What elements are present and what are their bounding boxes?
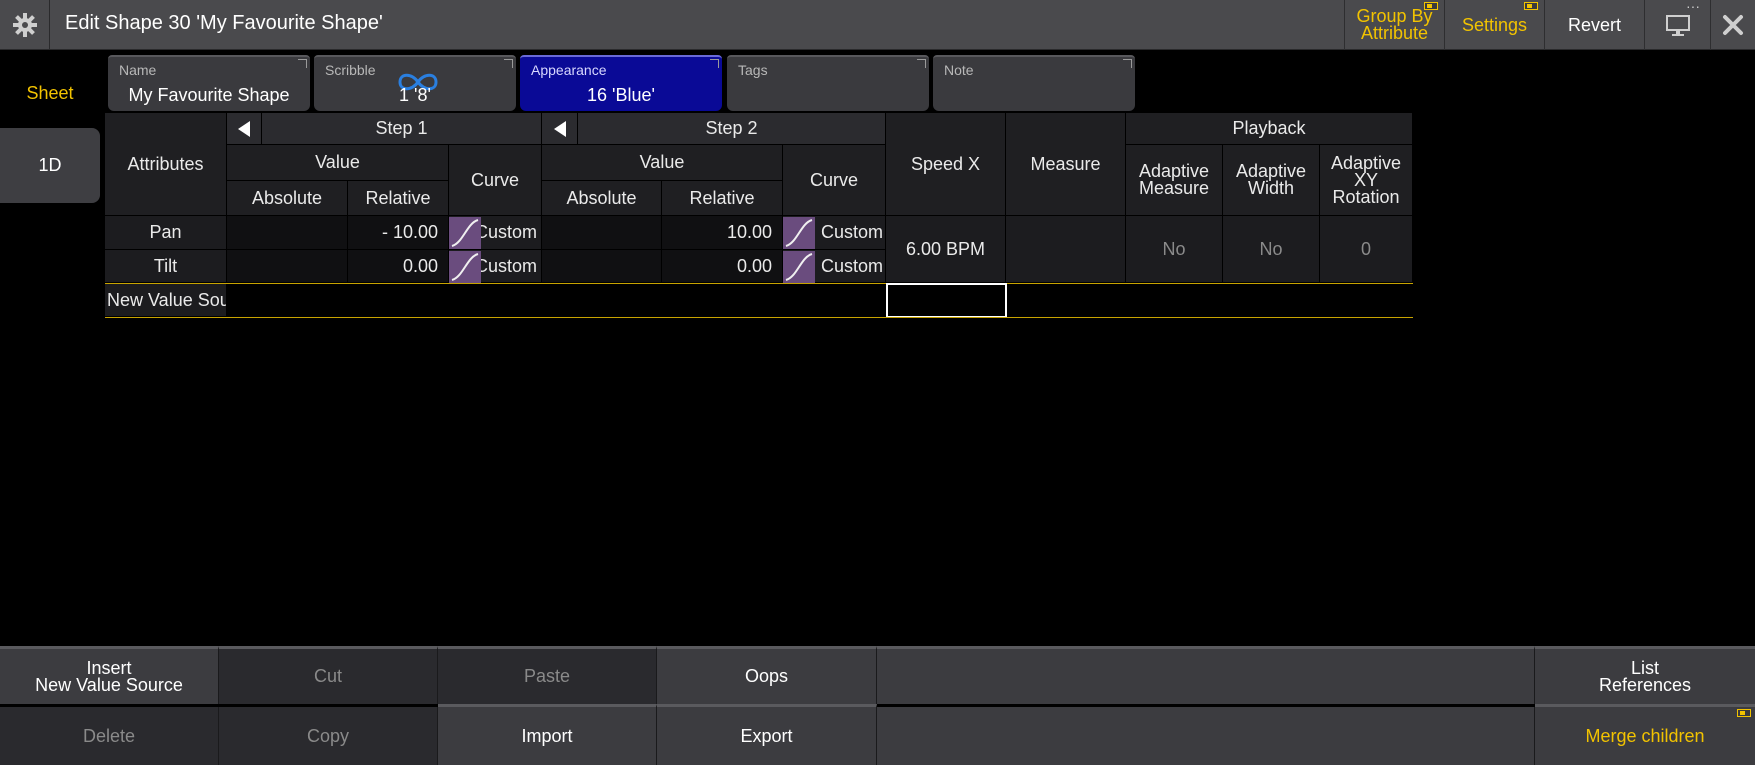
row-pan-step1-curve[interactable]: Custom	[449, 216, 542, 250]
indicator-icon	[1424, 2, 1438, 10]
playback-header: Playback	[1126, 113, 1413, 145]
title-bar: Edit Shape 30 'My Favourite Shape' Group…	[0, 0, 1755, 50]
step2-curve-header[interactable]: Curve	[783, 145, 886, 216]
bottom-empty-area	[877, 646, 1535, 704]
row-pan-step1-absolute[interactable]	[227, 216, 348, 250]
close-icon[interactable]	[1710, 0, 1755, 50]
step1-value-header: Value	[227, 145, 449, 181]
row-tilt-step2-relative[interactable]: 0.00	[662, 250, 783, 283]
edit-corner-icon	[710, 59, 719, 68]
scribble-label: Scribble	[325, 62, 376, 78]
appearance-field[interactable]: Appearance 16 'Blue'	[520, 55, 722, 111]
insert-new-value-source-button[interactable]: Insert New Value Source	[0, 646, 219, 704]
row-pan-step2-relative[interactable]: 10.00	[662, 216, 783, 250]
row-tilt-step2-absolute[interactable]	[542, 250, 662, 283]
step1-prev-arrow[interactable]	[227, 113, 262, 145]
step1-curve-header[interactable]: Curve	[449, 145, 542, 216]
step2-header[interactable]: Step 2	[578, 113, 886, 145]
curve-label: Custom	[820, 255, 883, 276]
row-tilt-step1-absolute[interactable]	[227, 250, 348, 283]
import-button[interactable]: Import	[438, 704, 657, 765]
row-tilt-attribute[interactable]: Tilt	[105, 250, 227, 283]
copy-button[interactable]: Copy	[219, 707, 438, 765]
edit-corner-icon	[1123, 59, 1132, 68]
row-pan-step1-relative[interactable]: - 10.00	[348, 216, 449, 250]
row-tilt-step1-relative[interactable]: 0.00	[348, 250, 449, 283]
speed-x-header[interactable]: Speed X	[886, 113, 1006, 216]
bottom-empty-area-2	[877, 707, 1535, 765]
curve-icon	[783, 251, 815, 283]
attributes-header[interactable]: Attributes	[105, 113, 227, 216]
adaptive-measure-value[interactable]: No	[1126, 216, 1223, 283]
scribble-field[interactable]: Scribble 1 '8'	[314, 55, 516, 111]
measure-value[interactable]	[1006, 216, 1126, 283]
curve-label: Custom	[820, 222, 883, 242]
curve-icon	[449, 217, 481, 249]
note-label: Note	[944, 62, 974, 78]
adaptive-xy-rotation-value[interactable]: 0	[1320, 216, 1413, 283]
new-value-source-row[interactable]: New Value Sou	[105, 284, 227, 317]
edit-corner-icon	[504, 59, 513, 68]
edit-corner-icon	[298, 59, 307, 68]
tags-field[interactable]: Tags	[727, 55, 929, 111]
row-tilt-step2-curve[interactable]: Custom	[783, 250, 886, 283]
note-field[interactable]: Note	[933, 55, 1135, 111]
adaptive-width-header[interactable]: Adaptive Width	[1223, 145, 1320, 216]
speed-x-value[interactable]: 6.00 BPM	[886, 216, 1006, 283]
edit-corner-icon	[917, 59, 926, 68]
step2-prev-arrow[interactable]	[542, 113, 578, 145]
merge-children-label: Merge children	[1585, 725, 1705, 746]
curve-label: Custom	[474, 255, 537, 276]
curve-icon	[783, 217, 815, 249]
appearance-label: Appearance	[531, 62, 607, 78]
step2-absolute-header[interactable]: Absolute	[542, 181, 662, 216]
appearance-value: 16 'Blue'	[587, 85, 655, 105]
gear-icon[interactable]	[0, 0, 50, 50]
row-pan-step2-absolute[interactable]	[542, 216, 662, 250]
oops-button[interactable]: Oops	[657, 646, 877, 704]
step1-absolute-header[interactable]: Absolute	[227, 181, 348, 216]
adaptive-xy-rotation-header[interactable]: Adaptive XY Rotation	[1320, 145, 1413, 216]
curve-label: Custom	[474, 222, 537, 242]
merge-children-button[interactable]: Merge children	[1535, 704, 1755, 765]
selected-cell-cursor[interactable]	[886, 283, 1007, 318]
new-row-top-line	[105, 283, 1413, 284]
more-icon[interactable]: ···	[1686, 0, 1700, 13]
list-references-button[interactable]: List References	[1535, 646, 1755, 704]
row-pan-step2-curve[interactable]: Custom	[783, 216, 886, 250]
step2-value-header: Value	[542, 145, 783, 181]
adaptive-width-value[interactable]: No	[1223, 216, 1320, 283]
cut-button[interactable]: Cut	[219, 646, 438, 704]
name-label: Name	[119, 62, 157, 78]
tags-label: Tags	[738, 62, 768, 78]
scribble-value: 1 '8'	[399, 85, 431, 105]
delete-button[interactable]: Delete	[0, 707, 219, 765]
new-row-bottom-line	[105, 317, 1413, 318]
step2-relative-header[interactable]: Relative	[662, 181, 783, 216]
export-button[interactable]: Export	[657, 704, 877, 765]
tab-sheet[interactable]: Sheet	[0, 64, 100, 122]
tab-1d[interactable]: 1D	[0, 128, 100, 203]
row-pan-attribute[interactable]: Pan	[105, 216, 227, 250]
monitor-icon[interactable]	[1644, 0, 1710, 50]
paste-button[interactable]: Paste	[438, 646, 657, 704]
measure-header[interactable]: Measure	[1006, 113, 1126, 216]
adaptive-measure-header[interactable]: Adaptive Measure	[1126, 145, 1223, 216]
curve-icon	[449, 251, 481, 283]
step1-header[interactable]: Step 1	[262, 113, 542, 145]
name-value: My Favourite Shape	[128, 85, 290, 105]
row-tilt-step1-curve[interactable]: Custom	[449, 250, 542, 283]
name-field[interactable]: Name My Favourite Shape	[108, 55, 310, 111]
indicator-icon	[1737, 709, 1751, 717]
revert-button[interactable]: Revert	[1544, 0, 1644, 50]
step1-relative-header[interactable]: Relative	[348, 181, 449, 216]
window-title: Edit Shape 30 'My Favourite Shape'	[65, 12, 383, 34]
indicator-icon	[1524, 2, 1538, 10]
